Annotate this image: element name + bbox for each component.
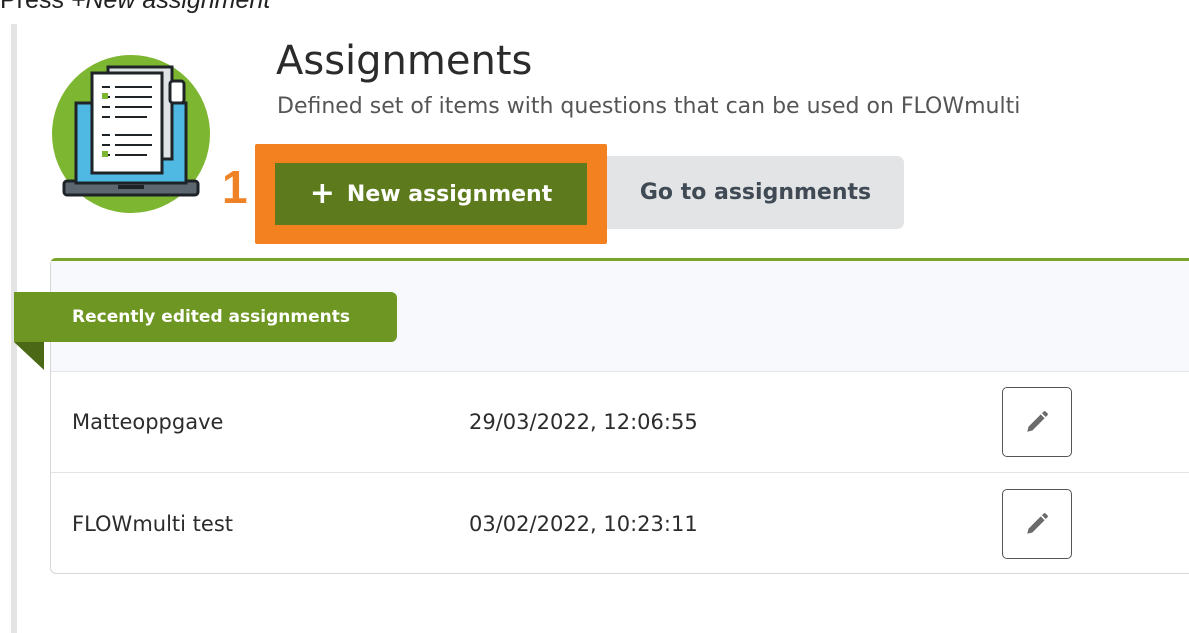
plus-icon: + (309, 176, 335, 211)
step-number-badge: 1 (222, 161, 248, 213)
instruction-caption: Press +New assignment (0, 0, 270, 15)
edit-assignment-button[interactable] (1002, 489, 1072, 559)
instruction-prefix: Press (0, 0, 71, 14)
table-row: Matteoppgave 29/03/2022, 12:06:55 (51, 371, 1189, 473)
go-to-assignments-label: Go to assignments (639, 180, 872, 205)
page-title: Assignments (276, 38, 533, 84)
pencil-icon (1027, 410, 1048, 432)
page-subtitle: Defined set of items with questions that… (277, 94, 1021, 119)
assignment-edited-date: 03/02/2022, 10:23:11 (469, 512, 698, 536)
laptop-document-icon (52, 55, 210, 213)
table-row: FLOWmulti test 03/02/2022, 10:23:11 (51, 473, 1189, 575)
instruction-emphasis: +New assignment (70, 0, 271, 14)
pencil-icon (1027, 513, 1048, 534)
go-to-assignments-button[interactable]: Go to assignments (607, 156, 904, 229)
new-assignment-button[interactable]: + New assignment (275, 163, 587, 225)
recently-edited-tab-label: Recently edited assignments (72, 307, 350, 327)
ribbon-fold (14, 342, 44, 370)
new-assignment-label: New assignment (346, 181, 553, 207)
assignment-edited-date: 29/03/2022, 12:06:55 (469, 409, 698, 434)
assignment-name[interactable]: Matteoppgave (72, 410, 223, 434)
recently-edited-tab: Recently edited assignments (14, 292, 397, 342)
assignments-logo (52, 55, 210, 213)
assignment-name[interactable]: FLOWmulti test (72, 512, 233, 536)
edit-assignment-button[interactable] (1002, 386, 1072, 457)
screenshot-stage: Press +New assignment Assignments Define… (0, 0, 1189, 633)
